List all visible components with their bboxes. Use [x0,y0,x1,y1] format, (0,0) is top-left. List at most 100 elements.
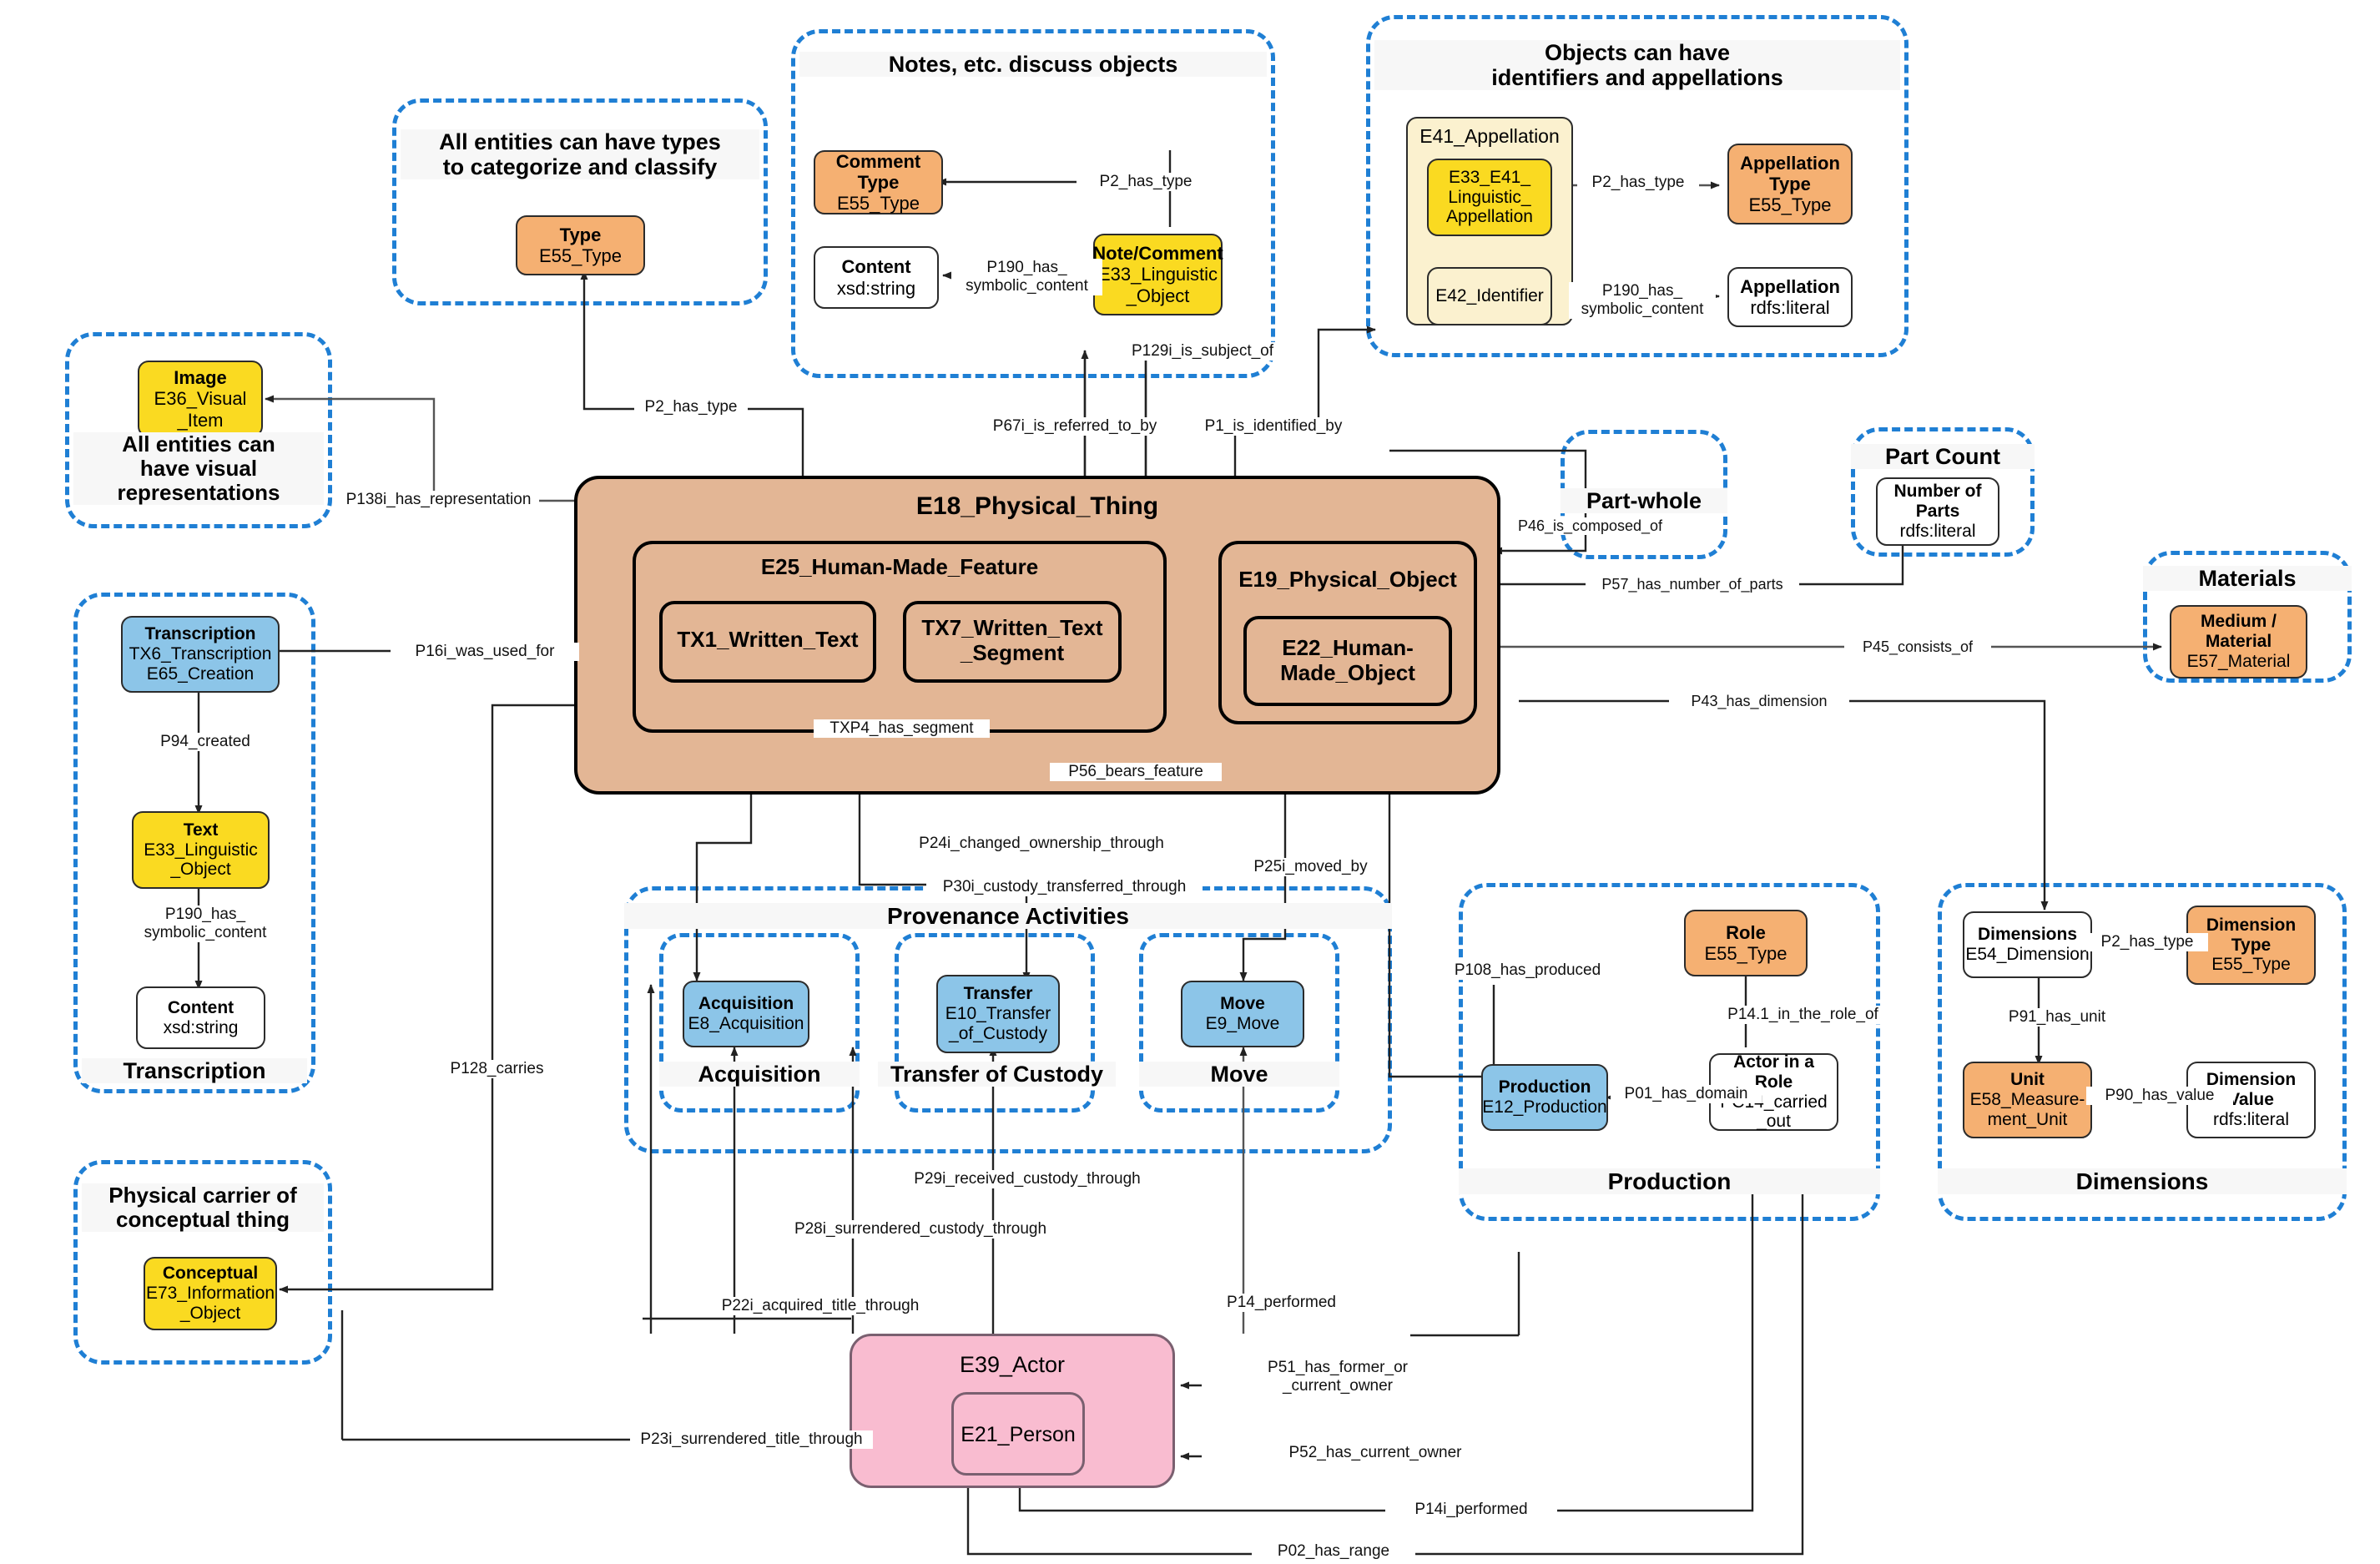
edge-label-p2-has-type-comment: P2_has_type [1077,173,1215,191]
node-appellation-type-header: Appellation Type [1740,152,1840,194]
node-transfer-sub: E10_Transfer _of_Custody [945,1004,1051,1043]
node-e25-label: E25_Human-Made_Feature [760,554,1039,579]
node-image[interactable]: Image E36_Visual _Item [138,361,263,437]
group-dimensions-title: Dimensions [1938,1168,2347,1195]
group-partwhole-title: Part-whole [1561,488,1727,514]
group-provenance-title: Provenance Activities [624,903,1392,930]
node-content-note[interactable]: Content xsd:string [814,246,939,309]
edge-label-p25i-moved-by: P25i_moved_by [1235,858,1386,876]
edge-label-p108-has-produced: P108_has_produced [1435,961,1620,980]
edge-label-p1-is-identified-by: P1_is_identified_by [1187,417,1359,436]
node-note-comment-header: Note/Comment [1092,243,1223,265]
edge-label-p94-created: P94_created [140,733,270,751]
edge-label-p29i-received-custody-through: P29i_received_custody_through [900,1170,1155,1188]
edge-label-p14-performed: P14_performed [1202,1294,1361,1312]
node-dimension-type-header: Dimension Type [2206,915,2297,955]
node-e42-identifier[interactable]: E42_Identifier [1427,267,1552,325]
node-number-of-parts[interactable]: Number of Parts rdfs:literal [1876,477,1999,546]
node-content-note-sub: xsd:string [836,277,916,299]
node-dimension-type-sub: E55_Type [2211,955,2291,975]
node-transfer[interactable]: Transfer E10_Transfer _of_Custody [936,975,1060,1053]
node-note-comment-sub: E33_Linguistic _Object [1097,264,1218,306]
node-e39-actor-label: E39_Actor [959,1352,1066,1377]
node-number-of-parts-sub: rdfs:literal [1899,521,1976,541]
edge-label-p57-has-number-of-parts: P57_has_number_of_parts [1586,576,1799,593]
node-note-comment[interactable]: Note/Comment E33_Linguistic _Object [1092,234,1223,315]
node-unit[interactable]: Unit E58_Measure- ment_Unit [1963,1062,2092,1138]
node-number-of-parts-header: Number of Parts [1893,482,1982,522]
edge-label-p14i-performed: P14i_performed [1385,1501,1557,1519]
node-dimension-value-sub: rdfs:literal [2212,1109,2290,1129]
node-role-sub: E55_Type [1704,943,1788,964]
node-dimensions-header: Dimensions [1977,925,2078,945]
node-appellation-literal-sub: rdfs:literal [1750,297,1830,318]
edge-label-p24i-changed-ownership-through: P24i_changed_ownership_through [910,835,1173,853]
node-e18-label: E18_Physical_Thing [915,492,1159,520]
node-production-sub: E12_Production [1482,1097,1607,1117]
node-material[interactable]: Medium / Material E57_Material [2170,605,2307,679]
node-role-header: Role [1726,921,1766,943]
group-visual-title: All entities can have visual representat… [73,431,324,506]
node-content-text-header: Content [167,997,234,1017]
edge-label-p190-symbolic-note: P190_has_ symbolic_content [951,259,1102,295]
group-move-title: Move [1139,1062,1339,1087]
edge-label-p129i-is-subject-of: P129i_is_subject_of [1117,342,1288,361]
node-unit-header: Unit [2010,1070,2045,1090]
node-conceptual-sub: E73_Information _Object [145,1284,275,1323]
edge-label-p67i-is-referred-to-by: P67i_is_referred_to_by [976,417,1173,436]
node-role[interactable]: Role E55_Type [1684,910,1808,976]
edge-label-p02-has-range: P02_has_range [1252,1542,1415,1561]
edge-label-p2-has-type-appellation: P2_has_type [1577,174,1699,192]
node-appellation-literal[interactable]: Appellation rdfs:literal [1727,267,1853,327]
node-e42-identifier-header: E42_Identifier [1435,286,1544,306]
node-comment-type[interactable]: Comment Type E55_Type [814,150,943,214]
group-acquisition-title: Acquisition [659,1062,860,1087]
node-e33-e41[interactable]: E33_E41_ Linguistic_ Appellation [1427,159,1552,236]
node-transfer-header: Transfer [963,984,1033,1004]
group-production-title: Production [1459,1168,1880,1195]
node-text-sub: E33_Linguistic _Object [144,840,258,880]
group-notes-title: Notes, etc. discuss objects [799,52,1267,78]
node-comment-type-header: Comment Type [835,150,921,193]
node-dimensions-sub: E54_Dimension [1965,945,2090,964]
edge-label-p56-bears-feature: P56_bears_feature [1050,763,1222,781]
node-e33-e41-header: E33_E41_ Linguistic_ Appellation [1446,167,1533,227]
node-conceptual[interactable]: Conceptual E73_Information _Object [144,1257,277,1330]
edge-label-p46-is-composed-of: P46_is_composed_of [1510,517,1670,535]
node-acquisition[interactable]: Acquisition E8_Acquisition [683,981,809,1047]
group-materials-title: Materials [2143,566,2352,592]
node-production[interactable]: Production E12_Production [1481,1064,1608,1131]
node-material-header: Medium / Material [2200,612,2277,652]
edge-label-p28i-surrendered-custody-through: P28i_surrendered_custody_through [784,1220,1056,1239]
node-acquisition-sub: E8_Acquisition [688,1014,804,1033]
node-move-header: Move [1220,994,1265,1014]
edge-label-p138i-has-representation: P138i_has_representation [338,491,539,509]
node-appellation-type-sub: E55_Type [1748,194,1832,216]
edge-label-p128-carries: P128_carries [426,1060,568,1078]
node-move[interactable]: Move E9_Move [1181,981,1304,1047]
node-appellation-literal-header: Appellation [1740,275,1840,297]
diagram-canvas: All entities can have types to categoriz… [0,0,2380,1564]
node-transcription-sub: TX6_Transcription E65_Creation [129,644,272,684]
node-transcription[interactable]: Transcription TX6_Transcription E65_Crea… [121,616,280,693]
node-type-header: Type [559,224,602,245]
edge-label-p91-has-unit: P91_has_unit [1988,1008,2126,1027]
edge-label-p90-has-value: P90_has_value [2086,1087,2233,1105]
node-dimensions[interactable]: Dimensions E54_Dimension [1963,911,2092,978]
node-appellation-type[interactable]: Appellation Type E55_Type [1727,144,1853,225]
node-e41-appellation-header: E41_Appellation [1419,125,1560,147]
node-text[interactable]: Text E33_Linguistic _Object [132,811,270,889]
edge-label-p190-symbolic-text: P190_has_ symbolic_content [124,906,287,942]
edge-label-p51-has-former-or-current-owner: P51_has_former_or _current_owner [1243,1359,1432,1395]
edge-label-p22i-acquired-title-through: P22i_acquired_title_through [705,1297,935,1315]
node-e21-person-label: E21_Person [961,1423,1076,1446]
node-content-text-sub: xsd:string [163,1017,239,1037]
edge-label-p2-has-type-dimension: P2_has_type [2086,933,2208,951]
node-content-text[interactable]: Content xsd:string [136,986,265,1049]
node-image-sub: E36_Visual _Item [154,388,247,431]
node-image-header: Image [174,367,227,389]
node-type[interactable]: Type E55_Type [516,215,645,275]
node-e19-label: E19_Physical_Object [1238,567,1457,592]
group-partcount-title: Part Count [1851,444,2035,470]
edge-label-p52-has-current-owner: P52_has_current_owner [1268,1444,1482,1462]
